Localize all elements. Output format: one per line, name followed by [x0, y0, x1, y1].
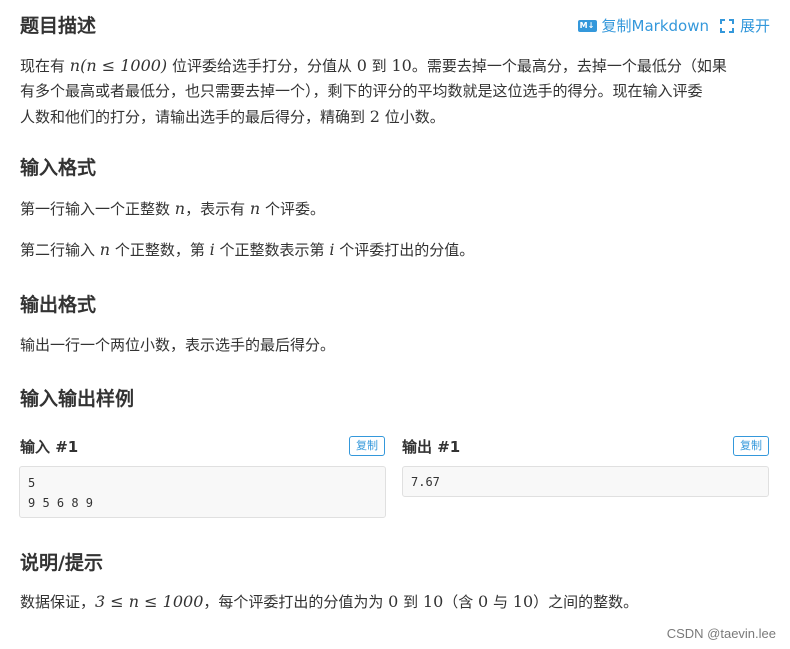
section-title-output-format: 输出格式 — [20, 294, 97, 316]
sample-input-box: 5 9 5 6 8 9 — [19, 466, 386, 518]
markdown-icon: M↓ — [577, 20, 597, 32]
sample-input-line-1: 5 — [28, 476, 36, 490]
copy-markdown-button[interactable]: M↓ 复制Markdown — [577, 16, 709, 36]
description-text: 现在有 n(n ≤ 1000) 位评委给选手打分，分值从 0 到 10。需要去掉… — [20, 53, 770, 130]
section-title-description: 题目描述 — [20, 15, 97, 37]
watermark: CSDN @taevin.lee — [666, 626, 776, 641]
description-line-3: 人数和他们的打分，请输出选手的最后得分，精确到 2 位小数。 — [20, 107, 445, 126]
sample-output-box: 7.67 — [402, 466, 769, 497]
description-line-1: 现在有 n(n ≤ 1000) 位评委给选手打分，分值从 0 到 10。需要去掉… — [20, 56, 727, 75]
copy-input-button[interactable]: 复制 — [349, 436, 385, 456]
problem-page: 题目描述 M↓ 复制Markdown 展开 现在有 n(n ≤ 1000) 位评… — [0, 0, 790, 649]
expand-button[interactable]: 展开 — [719, 16, 770, 36]
sample-input-line-2: 9 5 6 8 9 — [28, 496, 94, 510]
section-title-input-format: 输入格式 — [20, 157, 97, 179]
expand-label: 展开 — [739, 17, 770, 35]
section-title-hint: 说明/提示 — [20, 552, 103, 574]
input-format-line-1: 第一行输入一个正整数 n，表示有 n 个评委。 — [20, 199, 325, 218]
description-line-2: 有多个最高或者最低分，也只需要去掉一个），剩下的评分的平均数就是这位选手的得分。… — [20, 82, 703, 100]
expand-icon — [719, 19, 734, 33]
header-actions: M↓ 复制Markdown 展开 — [577, 16, 770, 36]
copy-output-button[interactable]: 复制 — [733, 436, 769, 456]
sample-output-line-1: 7.67 — [411, 475, 440, 489]
header-bar: 题目描述 M↓ 复制Markdown 展开 — [20, 12, 772, 40]
sample-output-label: 输出 #1 — [402, 438, 461, 456]
hint-text: 数据保证，3 ≤ n ≤ 1000，每个评委打出的分值为为 0 到 10（含 0… — [20, 592, 639, 611]
output-format-line-1: 输出一行一个两位小数，表示选手的最后得分。 — [20, 336, 336, 354]
copy-markdown-label: 复制Markdown — [601, 17, 709, 35]
section-title-samples: 输入输出样例 — [20, 388, 135, 410]
sample-input-label: 输入 #1 — [20, 438, 79, 456]
input-format-line-2: 第二行输入 n 个正整数，第 i 个正整数表示第 i 个评委打出的分值。 — [20, 240, 475, 259]
